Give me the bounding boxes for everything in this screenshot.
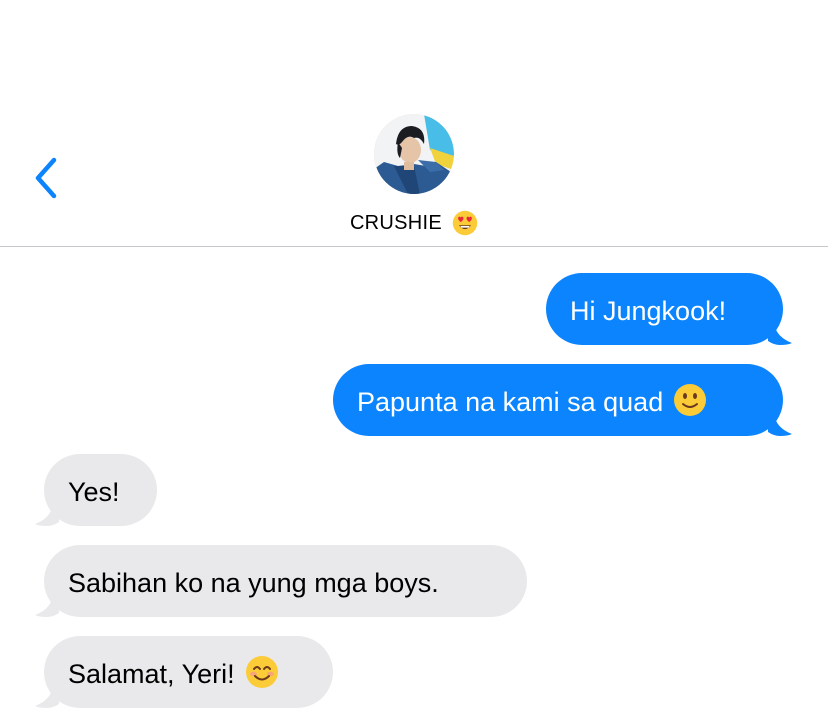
incoming-message[interactable]: Yes! (35, 454, 157, 526)
contact-name: CRUSHIE (349, 212, 443, 234)
smiling-face-with-smiling-eyes-emoji-icon (245, 655, 279, 689)
outgoing-message[interactable]: Papunta na kami sa quad (333, 364, 792, 436)
incoming-message[interactable]: Sabihan ko na yung mga boys. (35, 545, 527, 617)
bubble-tail (35, 686, 59, 708)
message-text: Salamat, Yeri! (68, 658, 235, 689)
message-text: Yes! (68, 476, 120, 507)
incoming-message[interactable]: Salamat, Yeri! (35, 636, 333, 708)
bubble-tail (768, 323, 792, 345)
slightly-smiling-face-emoji-icon (673, 383, 707, 417)
conversation-header: CRUSHIE (0, 0, 828, 247)
contact-title-row[interactable]: CRUSHIE (0, 208, 828, 238)
messages-conversation-screen: CRUSHIE Hi Jungkook! Papunta na kami sa … (0, 0, 828, 719)
heart-eyes-emoji-icon (452, 210, 478, 236)
message-text: Sabihan ko na yung mga boys. (68, 567, 439, 598)
contact-avatar-photo (374, 114, 454, 194)
bubble-tail (35, 504, 59, 526)
outgoing-message[interactable]: Hi Jungkook! (546, 273, 792, 345)
back-button[interactable] (30, 154, 64, 202)
bubble-tail (35, 595, 59, 617)
message-text: Hi Jungkook! (570, 295, 727, 326)
message-text: Papunta na kami sa quad (357, 386, 664, 417)
chevron-left-icon (35, 157, 57, 199)
bubble-tail (768, 414, 792, 436)
contact-avatar[interactable] (374, 114, 454, 194)
